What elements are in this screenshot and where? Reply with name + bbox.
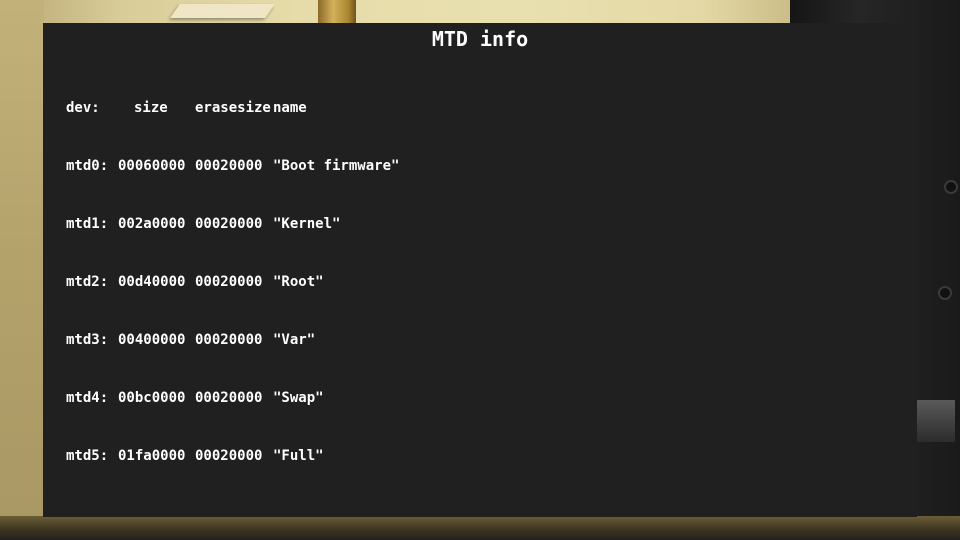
cell-name: "Var" — [273, 332, 316, 348]
background-wall-left — [0, 0, 44, 540]
page-title: MTD info — [431, 27, 529, 51]
cell-name: "Boot firmware" — [273, 158, 400, 174]
cell-name: "Swap" — [273, 390, 324, 406]
table-row: mtd0: 00060000 00020000 "Boot firmware" — [66, 159, 399, 174]
table-row: mtd2: 00d40000 00020000 "Root" — [66, 275, 399, 290]
header-name: name — [273, 100, 307, 116]
cell-erasesize: 00020000 — [195, 390, 263, 406]
cell-size: 00060000 — [118, 158, 186, 174]
cell-size: 002a0000 — [118, 216, 186, 232]
cell-erasesize: 00020000 — [195, 332, 263, 348]
background-knob — [944, 180, 958, 194]
mtd-info-panel: MTD info dev: size erasesize name mtd0: 0006… — [43, 23, 917, 517]
background-bracket — [170, 4, 275, 18]
cell-size: 01fa0000 — [118, 448, 186, 464]
header-dev: dev: — [66, 100, 100, 116]
cell-name: "Kernel" — [273, 216, 341, 232]
cell-name: "Full" — [273, 448, 324, 464]
cell-dev: mtd2: — [66, 274, 109, 290]
cell-erasesize: 00020000 — [195, 274, 263, 290]
table-header: dev: size erasesize name — [66, 101, 399, 116]
cell-name: "Root" — [273, 274, 324, 290]
cell-dev: mtd0: — [66, 158, 109, 174]
background-plate — [915, 400, 955, 442]
table-row: mtd4: 00bc0000 00020000 "Swap" — [66, 391, 399, 406]
header-erasesize: erasesize — [195, 100, 271, 116]
table-row: mtd5: 01fa0000 00020000 "Full" — [66, 449, 399, 464]
cell-erasesize: 00020000 — [195, 448, 263, 464]
cell-size: 00bc0000 — [118, 390, 186, 406]
cell-dev: mtd3: — [66, 332, 109, 348]
cell-dev: mtd5: — [66, 448, 109, 464]
cell-dev: mtd4: — [66, 390, 109, 406]
cell-erasesize: 00020000 — [195, 158, 263, 174]
cell-size: 00400000 — [118, 332, 186, 348]
cell-size: 00d40000 — [118, 274, 186, 290]
background-floor — [0, 516, 960, 540]
table-row: mtd3: 00400000 00020000 "Var" — [66, 333, 399, 348]
cell-erasesize: 00020000 — [195, 216, 263, 232]
background-knob — [938, 286, 952, 300]
header-size: size — [134, 100, 168, 116]
background-rod — [318, 0, 356, 24]
mtd-table: dev: size erasesize name mtd0: 00060000 00020… — [66, 72, 399, 493]
table-row: mtd1: 002a0000 00020000 "Kernel" — [66, 217, 399, 232]
cell-dev: mtd1: — [66, 216, 109, 232]
